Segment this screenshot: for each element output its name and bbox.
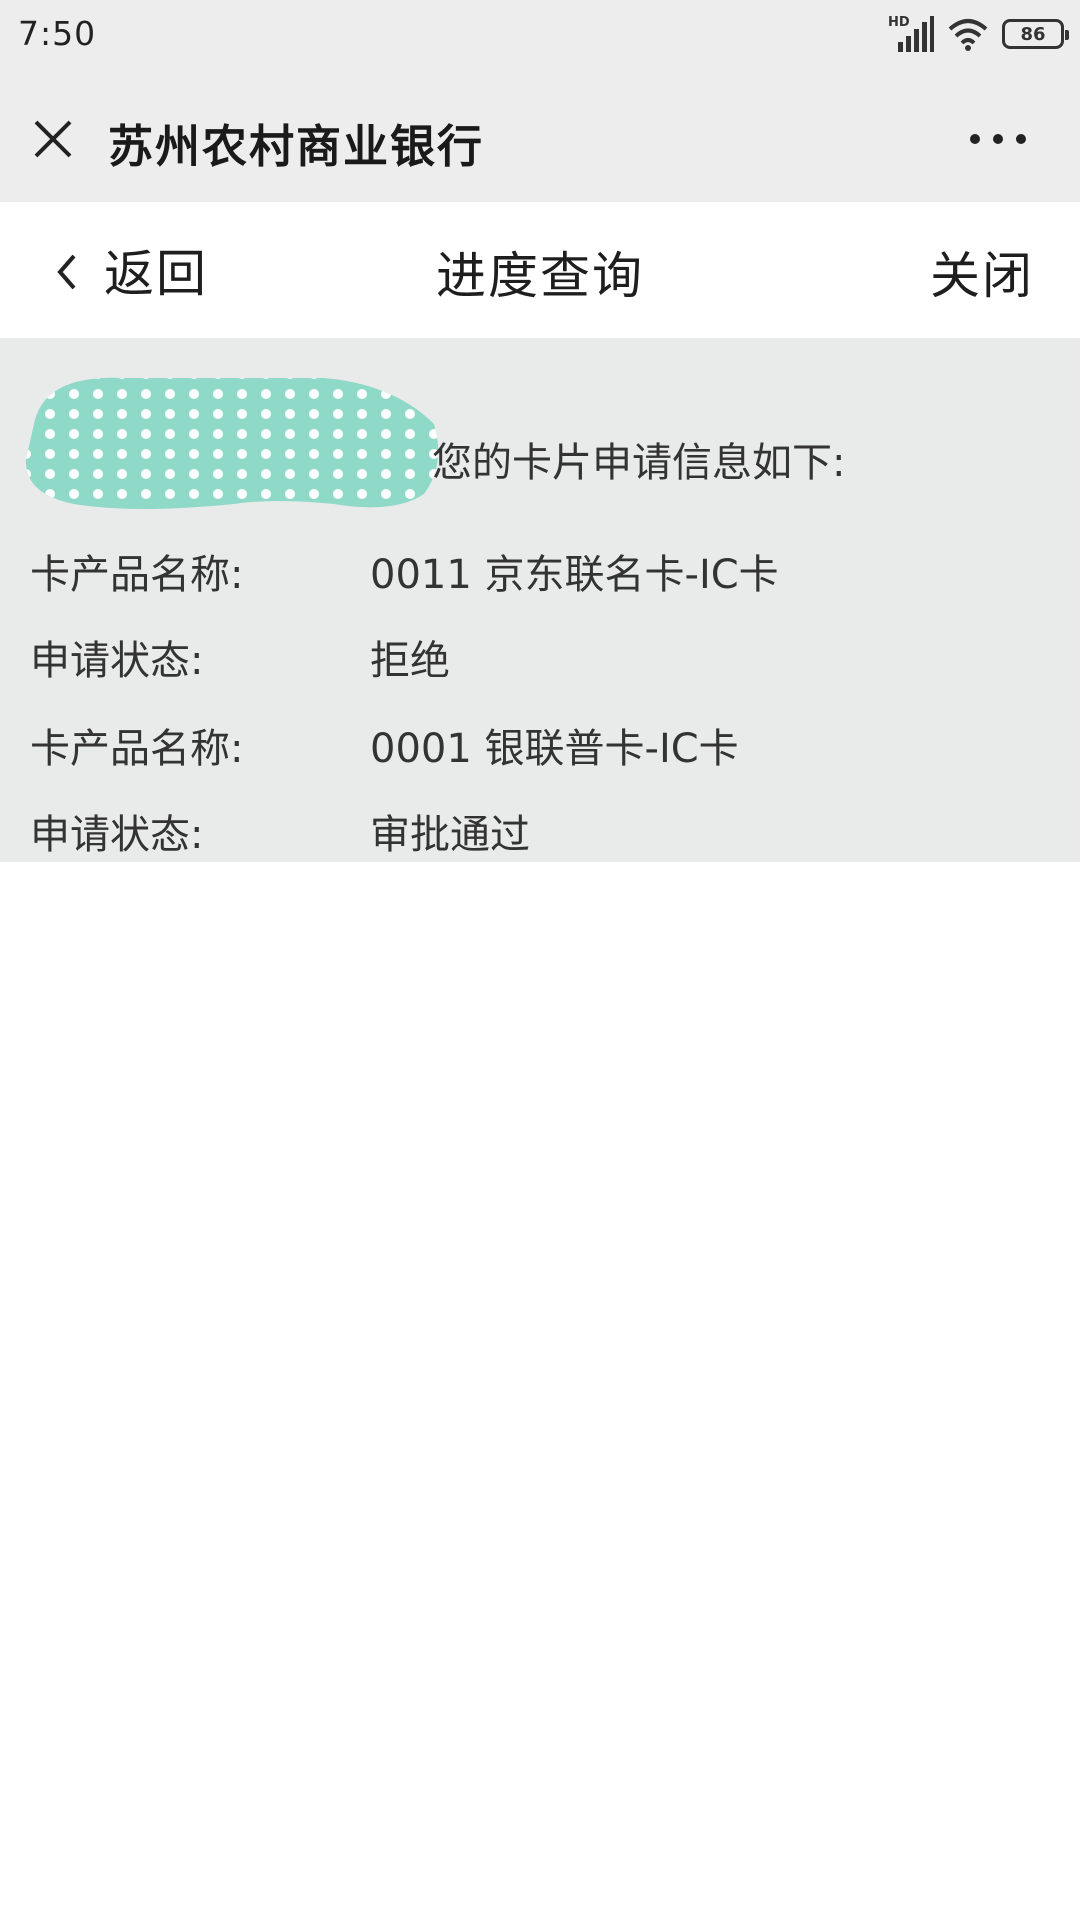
close-icon[interactable]	[26, 112, 80, 166]
status-bar: 7:50 HD 86	[0, 0, 1080, 70]
product-value: 0011 京东联名卡-IC卡	[370, 552, 779, 598]
signal-icon: HD	[888, 15, 934, 52]
app-title: 苏州农村商业银行	[108, 120, 485, 173]
product-value: 0001 银联普卡-IC卡	[370, 726, 739, 772]
status-icons: HD 86	[888, 12, 1069, 56]
webview-title-bar: 苏州农村商业银行	[0, 70, 1080, 202]
wifi-icon	[948, 19, 988, 51]
status-row: 申请状态: 审批通过	[30, 802, 530, 858]
product-row: 卡产品名称: 0001 银联普卡-IC卡	[30, 716, 739, 772]
status-value: 审批通过	[370, 812, 530, 858]
more-icon[interactable]	[968, 132, 1028, 146]
status-time: 7:50	[18, 14, 97, 53]
status-value: 拒绝	[370, 638, 450, 684]
intro-text: 您的卡片申请信息如下:	[432, 440, 846, 486]
product-label: 卡产品名称:	[30, 552, 244, 598]
page-title: 进度查询	[436, 247, 644, 305]
network-type-label: HD	[888, 15, 910, 30]
redaction-mark	[25, 377, 439, 509]
status-label: 申请状态:	[30, 812, 204, 858]
product-row: 卡产品名称: 0011 京东联名卡-IC卡	[30, 542, 779, 598]
status-label: 申请状态:	[30, 638, 204, 684]
application-info-panel: 您的卡片申请信息如下: 卡产品名称: 0011 京东联名卡-IC卡 申请状态: …	[0, 338, 1080, 862]
status-row: 申请状态: 拒绝	[30, 628, 450, 684]
battery-level: 86	[1020, 23, 1046, 45]
product-label: 卡产品名称:	[30, 726, 244, 772]
battery-icon: 86	[1002, 19, 1069, 49]
close-button[interactable]: 关闭	[930, 236, 1034, 308]
page-header: 返回 进度查询 关闭	[0, 202, 1080, 338]
